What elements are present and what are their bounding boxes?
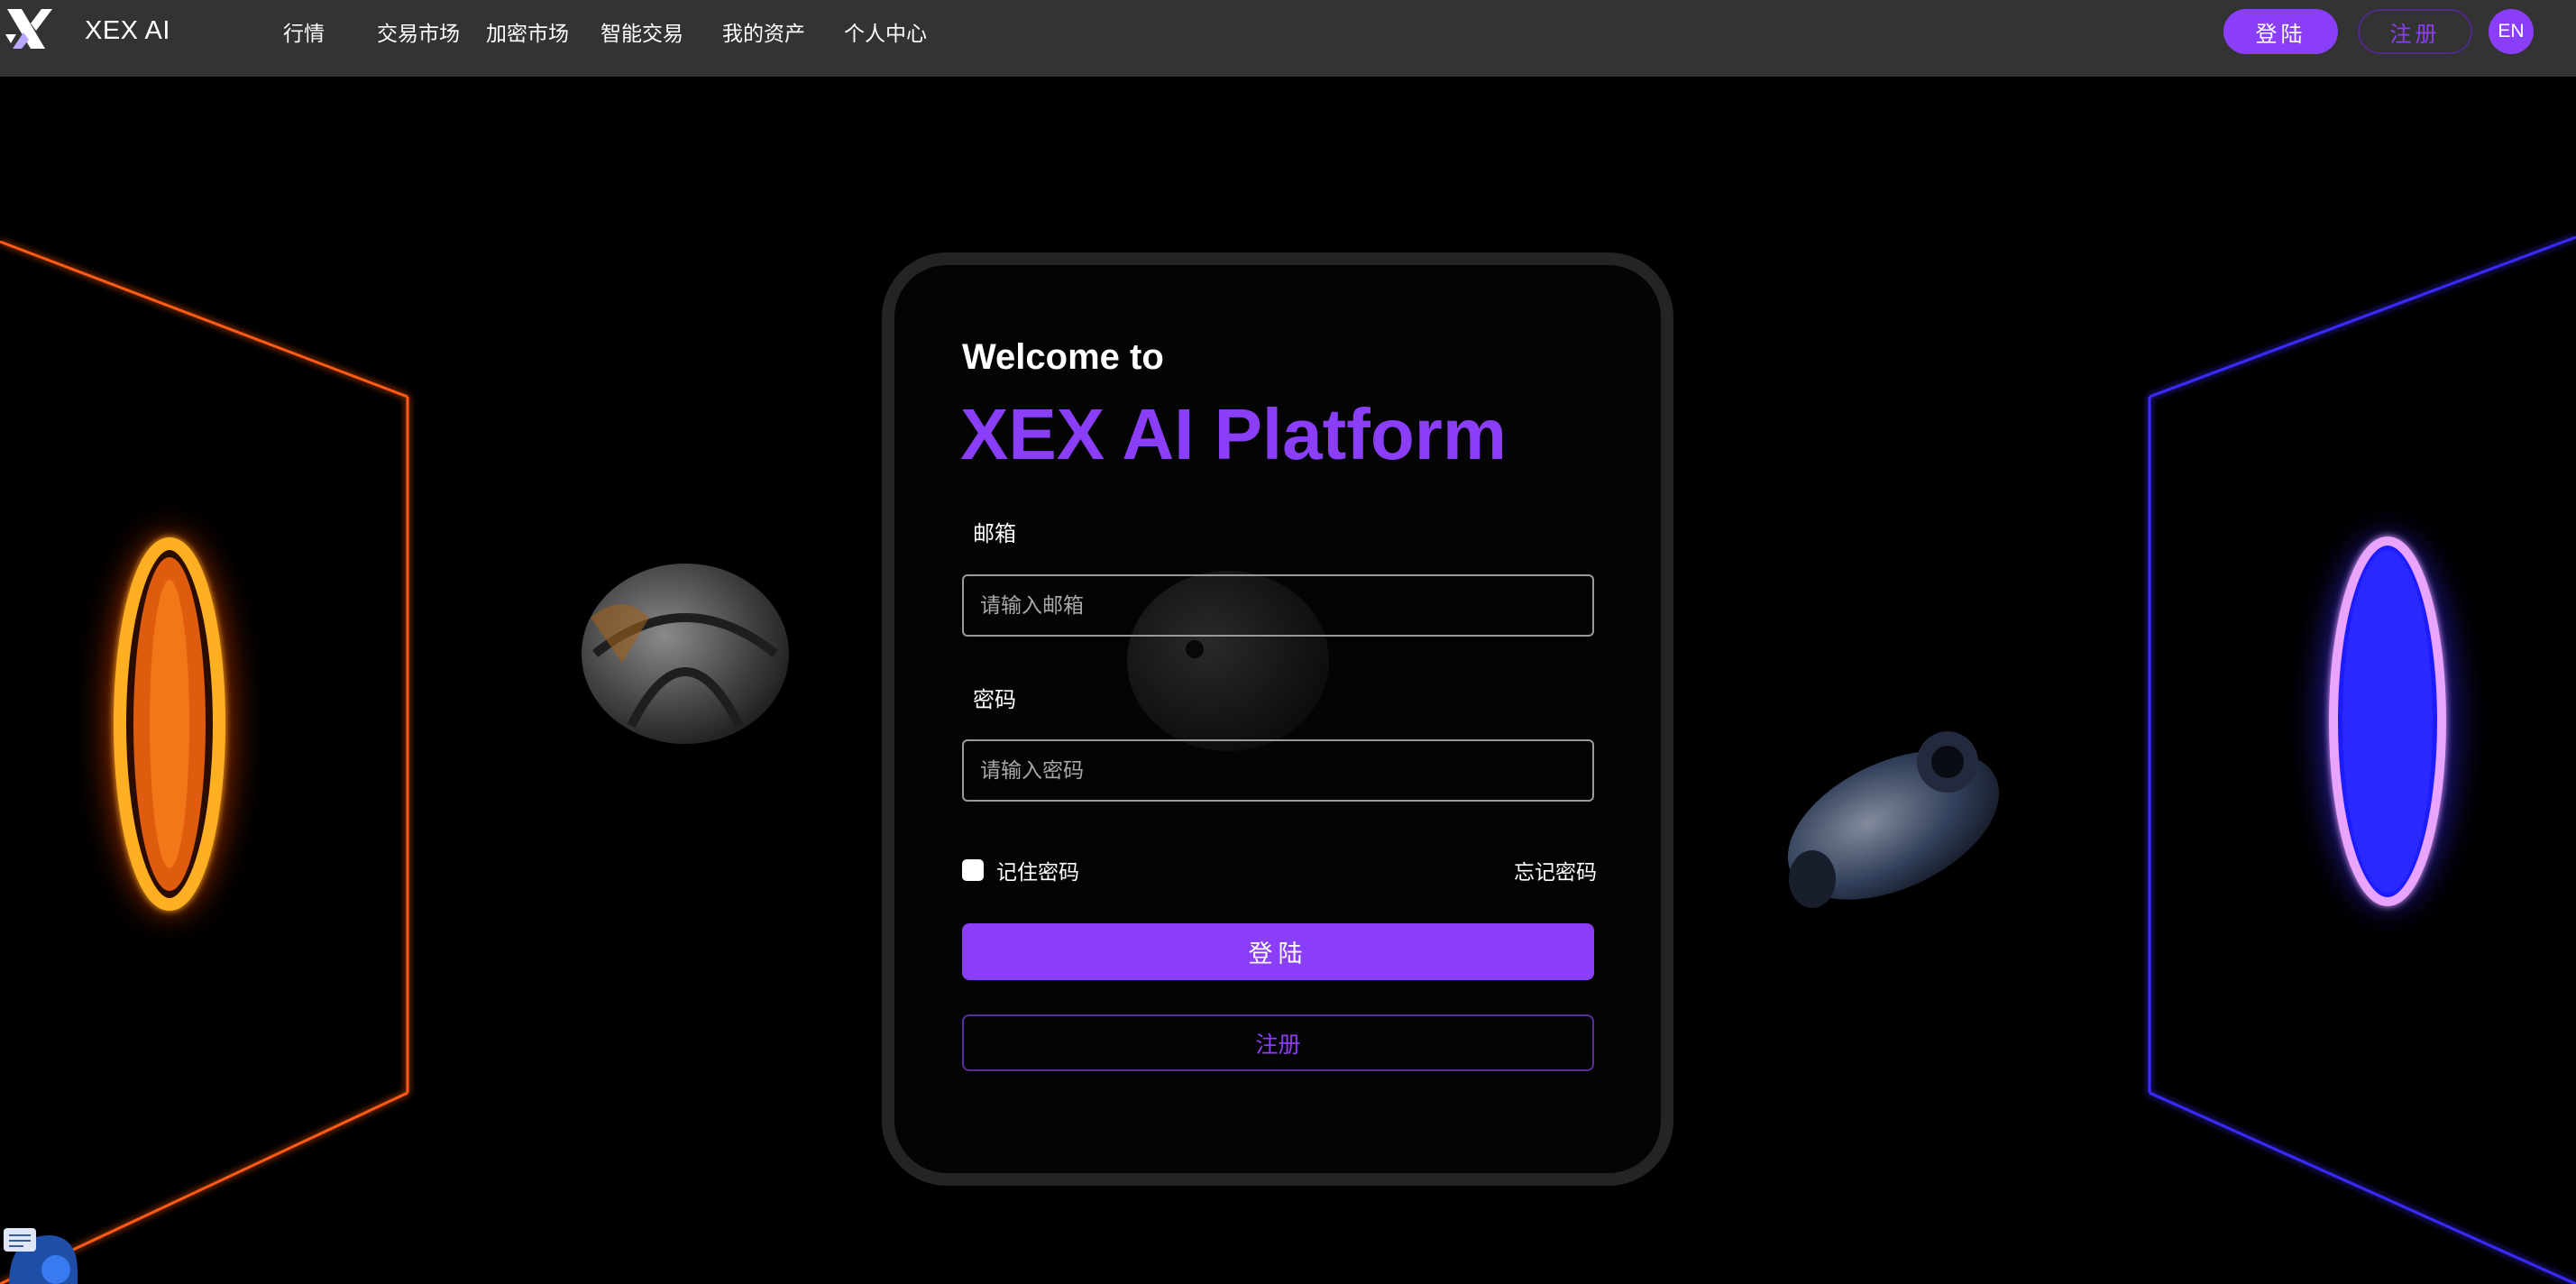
email-input[interactable] (962, 574, 1594, 637)
remember-checkbox[interactable] (962, 859, 984, 881)
top-navigation-bar: XEX AI 行情 交易市场 加密市场 智能交易 我的资产 个人中心 登陆 注册… (0, 0, 2576, 77)
password-label: 密码 (973, 688, 1016, 712)
brand-name[interactable]: XEX AI (85, 16, 170, 46)
remember-label: 记住密码 (996, 860, 1079, 884)
email-label: 邮箱 (973, 522, 1016, 546)
nav-item-my-assets[interactable]: 我的资产 (722, 16, 805, 47)
welcome-heading: Welcome to (962, 337, 1164, 377)
register-button[interactable]: 注册 (962, 1014, 1594, 1071)
language-toggle[interactable]: EN (2489, 9, 2534, 54)
nav-item-market[interactable]: 行情 (283, 16, 325, 47)
remember-password[interactable]: 记住密码 (962, 855, 1079, 885)
nav-item-crypto-market[interactable]: 加密市场 (486, 16, 569, 47)
forgot-password-link[interactable]: 忘记密码 (1514, 855, 1597, 885)
nav-item-personal-center[interactable]: 个人中心 (844, 16, 927, 47)
header-register-button[interactable]: 注册 (2358, 9, 2472, 54)
xex-logo-icon[interactable] (5, 7, 54, 52)
nav-item-trading-market[interactable]: 交易市场 (377, 16, 460, 47)
header-login-button[interactable]: 登陆 (2223, 9, 2338, 54)
nav-item-smart-trading[interactable]: 智能交易 (600, 16, 683, 47)
platform-title: XEX AI Platform (960, 394, 1508, 474)
customer-support-icon[interactable] (0, 1226, 81, 1284)
login-submit-button[interactable]: 登陆 (962, 923, 1594, 980)
password-input[interactable] (962, 739, 1594, 802)
